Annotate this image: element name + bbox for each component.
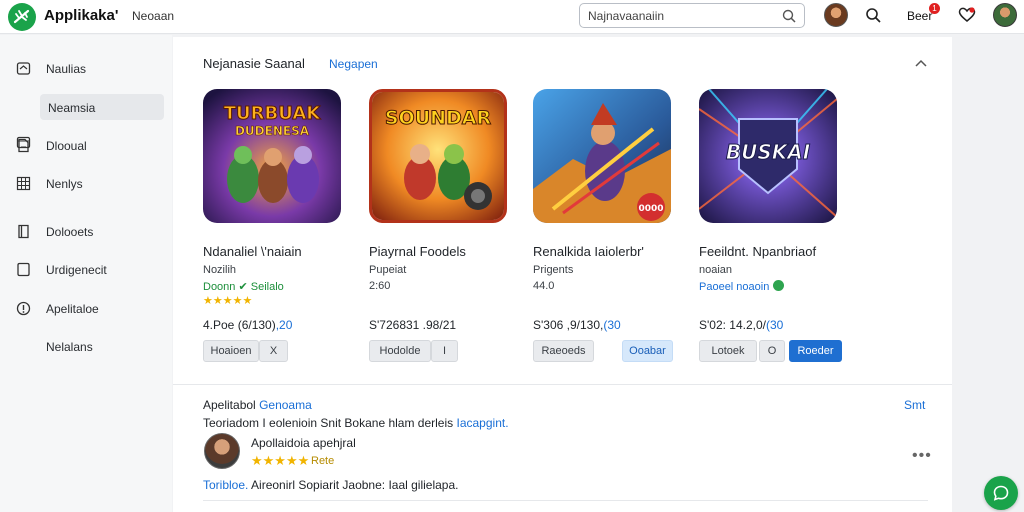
app-thumbnail[interactable]: SOUNDAR xyxy=(369,89,507,223)
sidebar-item-dlooual[interactable]: Dlooual xyxy=(6,132,164,158)
app-action-button[interactable]: Hoaioen xyxy=(203,340,259,362)
reviewer-rating-label: Rete xyxy=(311,455,335,467)
app-secondary-button[interactable]: X xyxy=(259,340,288,362)
reviews-title: Apelitabol Genoama xyxy=(203,398,312,412)
check-icon xyxy=(773,280,785,291)
app-status[interactable]: Paoeel noaoin xyxy=(699,280,785,293)
art-badge: 0000 xyxy=(638,204,663,214)
sidebar-item-neamsia[interactable]: Neamsia xyxy=(40,94,164,120)
app-meta: Nozilih xyxy=(203,264,237,276)
reviewer-name[interactable]: Apollaidoia apehjral xyxy=(251,436,356,450)
more-options-icon[interactable]: ••• xyxy=(912,447,932,465)
section-link[interactable]: Negapen xyxy=(329,57,378,71)
notification-badge: 1 xyxy=(929,3,940,14)
app-primary-button[interactable]: Roeder xyxy=(789,340,842,362)
app-subtitle: Neoaan xyxy=(132,9,175,23)
search-box[interactable] xyxy=(579,3,805,28)
grid-icon xyxy=(16,176,31,194)
chevron-up-icon[interactable] xyxy=(914,57,928,71)
divider xyxy=(173,384,952,385)
rating-stars: ★★★★★ xyxy=(203,295,253,307)
logo-icon[interactable] xyxy=(8,3,36,31)
app-secondary-button[interactable]: O xyxy=(759,340,785,362)
app-title: Applikaka' xyxy=(44,7,119,24)
sidebar-item-naulias[interactable]: Naulias xyxy=(6,55,164,81)
app-meta: Pupeiat xyxy=(369,264,407,276)
sidebar-item-label: Urdigenecit xyxy=(46,263,107,277)
app-secondary-button[interactable]: Ooabar xyxy=(622,340,673,362)
sidebar-item-nelalans[interactable]: Nelalans xyxy=(6,333,164,359)
app-thumbnail[interactable]: 0000 xyxy=(533,89,671,223)
app-price: S'306 ,9/130,(30 xyxy=(533,318,621,332)
app-price: S'726831 .98/21 xyxy=(369,318,457,332)
search-icon[interactable] xyxy=(865,7,881,26)
app-card[interactable]: 0000 Renalkida Iaiolerbr' Prigents 44.0 … xyxy=(533,89,683,369)
app-action-button[interactable]: Lotoek xyxy=(699,340,757,362)
sidebar-item-label: Apelitaloe xyxy=(46,302,99,316)
reviews-description: Teoriadom I eolenioin Snit Bokane hlam d… xyxy=(203,416,509,430)
reviews-more-link[interactable]: Smt xyxy=(904,398,925,412)
profile-avatar[interactable] xyxy=(824,3,848,27)
main-content: Nejanasie Saanal Negapen TURBUAK DUDENES… xyxy=(173,37,952,512)
app-name[interactable]: Piayrnal Foodels xyxy=(369,244,466,259)
document-icon xyxy=(16,138,31,156)
chat-button[interactable] xyxy=(984,476,1018,510)
app-price: S'02: 14.2,0/(30 xyxy=(699,318,784,332)
section-title: Nejanasie Saanal xyxy=(203,56,305,71)
app-name[interactable]: Renalkida Iaiolerbr' xyxy=(533,244,644,259)
divider xyxy=(203,500,928,501)
app-card[interactable]: TURBUAK DUDENESA Ndanaliel \'naiain Nozi… xyxy=(203,89,353,369)
art-subtitle: DUDENESA xyxy=(235,124,310,138)
home-icon xyxy=(16,61,31,79)
sidebar-item-urdigenecit[interactable]: Urdigenecit xyxy=(6,256,164,282)
app-thumbnail[interactable]: BUSKAI xyxy=(699,89,837,223)
user-avatar[interactable] xyxy=(993,3,1017,27)
app-secondary-button[interactable]: I xyxy=(431,340,458,362)
art-title: BUSKAI xyxy=(726,140,811,164)
sidebar-item-apelitaloe[interactable]: Apelitaloe xyxy=(6,295,164,321)
review-text: Toribloe. Aireonirl Sopiarit Jaobne: Iaa… xyxy=(203,478,459,492)
sidebar-item-label: Nelalans xyxy=(46,340,93,354)
top-bar: Applikaka' Neoaan Beer 1 xyxy=(0,0,1024,34)
sidebar-item-label: Neamsia xyxy=(48,101,96,115)
app-name[interactable]: Feeildnt. Npanbriaof xyxy=(699,244,816,259)
search-input[interactable] xyxy=(588,8,778,24)
art-title: SOUNDAR xyxy=(385,107,492,129)
app-price: 4.Poe (6/130),20 xyxy=(203,318,293,332)
sidebar-item-label: Naulias xyxy=(46,62,87,76)
reviewer-avatar[interactable] xyxy=(204,433,240,469)
app-action-button[interactable]: Hodolde xyxy=(369,340,431,362)
app-meta: noaian xyxy=(699,264,733,276)
app-status: 44.0 xyxy=(533,280,555,292)
app-name[interactable]: Ndanaliel \'naiain xyxy=(203,244,302,259)
heart-icon[interactable] xyxy=(958,7,976,26)
app-action-button[interactable]: Raeoeds xyxy=(533,340,594,362)
art-title: TURBUAK xyxy=(224,103,321,124)
app-card[interactable]: BUSKAI Feeildnt. Npanbriaof noaian Paoee… xyxy=(699,89,869,369)
book-icon xyxy=(16,224,31,242)
search-icon[interactable] xyxy=(782,9,796,26)
sidebar-item-label: Dolooets xyxy=(46,225,94,239)
app-card[interactable]: SOUNDAR Piayrnal Foodels Pupeiat 2:60 S'… xyxy=(369,89,519,369)
sidebar-item-label: Nenlys xyxy=(46,177,83,191)
rating-stars: ★★★★★ xyxy=(251,453,310,468)
sidebar: Naulias Neamsia Dlooual Nenlys Dolooets … xyxy=(0,35,172,512)
sidebar-item-dolooets[interactable]: Dolooets xyxy=(6,218,164,244)
app-status: 2:60 xyxy=(369,280,391,292)
info-icon xyxy=(16,301,31,319)
chat-icon xyxy=(16,262,31,280)
sidebar-item-label: Dlooual xyxy=(46,139,87,153)
sidebar-item-nenlys[interactable]: Nenlys xyxy=(6,170,164,196)
account-label[interactable]: Beer xyxy=(907,9,932,23)
app-status: Doonn ✔ Seilalo xyxy=(203,281,284,293)
app-thumbnail[interactable]: TURBUAK DUDENESA xyxy=(203,89,341,223)
app-meta: Prigents xyxy=(533,264,574,276)
chat-icon xyxy=(993,485,1009,501)
